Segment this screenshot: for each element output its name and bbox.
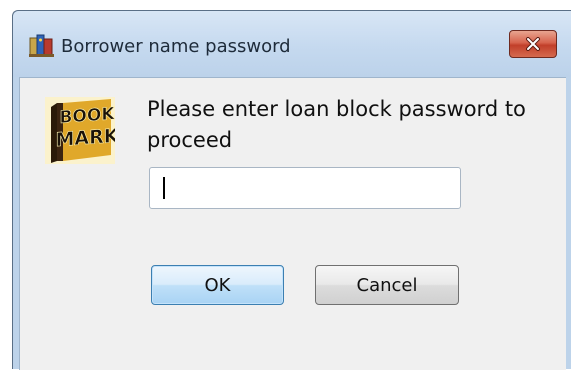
window-title: Borrower name password: [61, 36, 291, 57]
books-icon: [28, 32, 56, 58]
dialog-body: BOOK MARK Please enter loan block passwo…: [19, 77, 566, 370]
close-icon: [525, 37, 541, 51]
prompt-text: Please enter loan block password to proc…: [147, 97, 526, 152]
bookmark-logo-bottom-text: MARK: [56, 125, 115, 151]
password-input[interactable]: [149, 167, 461, 209]
ok-button[interactable]: OK: [151, 265, 284, 305]
cancel-button[interactable]: Cancel: [315, 265, 459, 305]
title-bar[interactable]: Borrower name password: [13, 11, 571, 77]
cancel-button-label: Cancel: [356, 274, 418, 296]
bookmark-logo: BOOK MARK: [45, 97, 120, 164]
ok-button-label: OK: [204, 274, 231, 296]
dialog-window: Borrower name password BOOK MARK Please …: [12, 10, 571, 370]
text-caret: [163, 177, 165, 199]
close-button[interactable]: [509, 30, 557, 58]
bookmark-logo-top-text: BOOK: [59, 104, 115, 128]
